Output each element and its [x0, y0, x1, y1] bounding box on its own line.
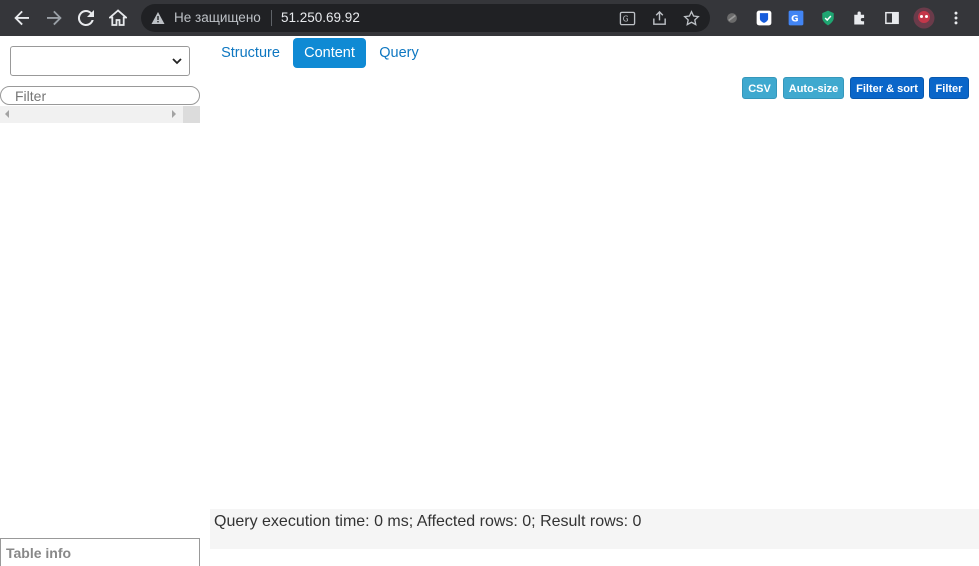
scroll-left-arrow-icon[interactable]: [5, 110, 9, 118]
tab-query[interactable]: Query: [368, 38, 430, 68]
filter-sort-button[interactable]: Filter & sort: [850, 77, 924, 99]
scroll-right-arrow-icon[interactable]: [172, 110, 176, 118]
browser-toolbar: Не защищено 51.250.69.92 G G: [0, 0, 979, 36]
extensions-puzzle-icon[interactable]: [849, 7, 871, 29]
scrollbar-track[interactable]: [10, 106, 182, 123]
svg-text:G: G: [622, 14, 628, 23]
scrollbar-corner: [183, 106, 200, 123]
svg-text:G: G: [791, 14, 798, 24]
adguard-shield-icon[interactable]: [817, 7, 839, 29]
forward-icon[interactable]: [39, 0, 69, 36]
auto-size-button[interactable]: Auto-size: [783, 77, 844, 99]
table-filter-input[interactable]: [0, 86, 200, 105]
tab-structure[interactable]: Structure: [210, 38, 291, 68]
google-translate-icon[interactable]: G: [785, 7, 807, 29]
back-icon[interactable]: [7, 0, 37, 36]
filter-button[interactable]: Filter: [929, 77, 969, 99]
divider: [271, 10, 272, 26]
table-info-panel: Table info: [0, 538, 200, 566]
side-panel-icon[interactable]: [881, 7, 903, 29]
url-text[interactable]: 51.250.69.92: [281, 10, 360, 25]
bitwarden-shield-icon[interactable]: [753, 7, 775, 29]
home-icon[interactable]: [103, 0, 133, 36]
database-select[interactable]: [10, 46, 190, 76]
security-label[interactable]: Не защищено: [174, 10, 261, 25]
tab-content[interactable]: Content: [293, 38, 366, 68]
query-status-text: Query execution time: 0 ms; Affected row…: [214, 513, 642, 530]
warning-icon: [151, 12, 165, 24]
reload-icon[interactable]: [71, 0, 101, 36]
bookmark-star-icon[interactable]: [682, 9, 700, 27]
query-status-bar: Query execution time: 0 ms; Affected row…: [210, 509, 979, 549]
address-bar[interactable]: Не защищено 51.250.69.92 G: [141, 4, 710, 32]
table-info-label: Table info: [6, 545, 72, 561]
extension-gray-icon[interactable]: [721, 7, 743, 29]
menu-kebab-icon[interactable]: [945, 7, 967, 29]
translate-icon[interactable]: G: [618, 9, 636, 27]
profile-avatar[interactable]: [913, 7, 935, 29]
csv-button[interactable]: CSV: [742, 77, 777, 99]
chevron-down-icon: [172, 58, 182, 65]
sidebar-horizontal-scrollbar[interactable]: [0, 106, 200, 123]
share-icon[interactable]: [650, 9, 668, 27]
